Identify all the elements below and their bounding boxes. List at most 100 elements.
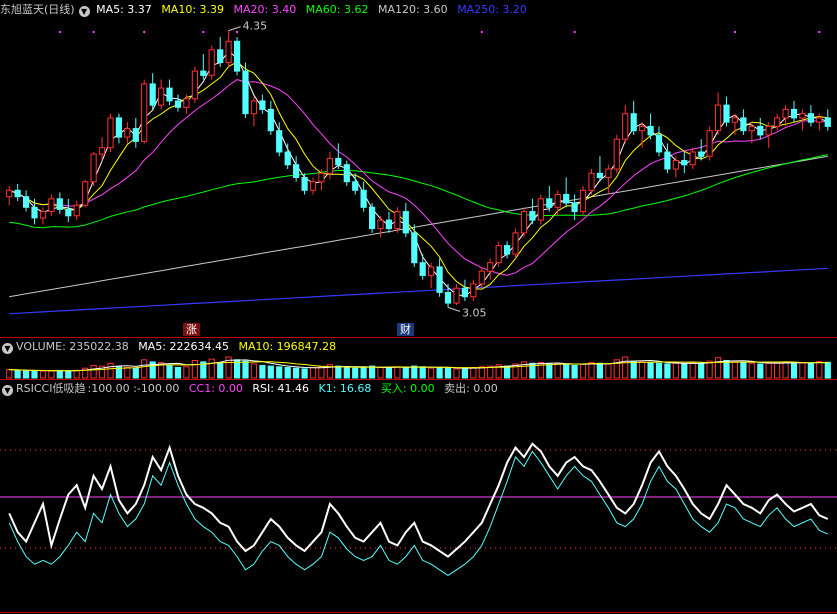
- stock-title[interactable]: 东旭蓝天(日线): [0, 3, 75, 16]
- candle-body: [411, 232, 418, 264]
- volume-bar: [790, 362, 798, 379]
- collapse-icon[interactable]: ▼: [2, 385, 13, 396]
- indicator-title[interactable]: RSICCI低吸趋: [16, 382, 85, 395]
- candle-body: [115, 117, 123, 138]
- candle-body: [740, 117, 747, 132]
- volume-bar: [183, 366, 190, 379]
- candle-body: [444, 292, 452, 304]
- volume-bar: [402, 367, 409, 379]
- volume-bar: [596, 362, 603, 379]
- volume-bar: [124, 367, 131, 379]
- candle-body: [73, 204, 80, 217]
- volume-bar: [444, 367, 452, 379]
- volume-bar: [360, 367, 367, 379]
- candle-body: [149, 83, 156, 106]
- candle-body: [48, 198, 55, 213]
- candle-body: [250, 100, 258, 115]
- candle-body: [23, 196, 30, 208]
- volume-bar: [807, 362, 814, 379]
- volume-bar: [385, 367, 392, 379]
- candle-body: [6, 189, 13, 198]
- candle-body: [402, 211, 409, 234]
- rise-tag[interactable]: 涨: [183, 323, 200, 336]
- volume-bar: [799, 362, 806, 379]
- volume-bar: [655, 362, 663, 379]
- candle-body: [234, 40, 241, 72]
- candle-body: [183, 98, 190, 108]
- volume-bar: [504, 365, 511, 379]
- volume-bar: [681, 363, 688, 379]
- collapse-icon[interactable]: ▼: [2, 343, 13, 354]
- ma120-label: MA120: 3.60: [377, 3, 448, 16]
- volume-bar: [65, 370, 72, 379]
- volume-bar: [174, 367, 182, 379]
- candle-body: [689, 151, 696, 166]
- volume-bar: [293, 367, 300, 379]
- volume-bar: [56, 369, 63, 379]
- candle-body: [748, 125, 755, 132]
- volume-bar: [782, 361, 789, 379]
- volume-bar: [259, 364, 266, 379]
- candle-body: [141, 83, 148, 142]
- low-marker: [447, 306, 461, 312]
- candle-body: [579, 189, 587, 213]
- signal-dot: [236, 31, 239, 33]
- volume-bar: [647, 362, 654, 379]
- sell-label: 卖出: 0.00: [444, 382, 498, 395]
- volume-bar: [428, 367, 435, 379]
- candle-body: [723, 104, 730, 123]
- candle-body: [504, 245, 511, 255]
- candle-body: [453, 287, 460, 304]
- ma10-label: MA10: 3.39: [161, 3, 225, 16]
- cc1-label: CC1: 0.00: [188, 382, 243, 395]
- candle-body: [326, 157, 333, 174]
- finance-tag[interactable]: 财: [397, 323, 414, 336]
- candle-body: [385, 219, 392, 230]
- candle-body: [191, 70, 199, 100]
- candle-body: [318, 172, 325, 183]
- candle-body: [377, 219, 384, 230]
- ma60-line: [9, 154, 828, 229]
- ma5-label: MA5: 3.37: [96, 3, 152, 16]
- candle-body: [478, 270, 485, 285]
- signal-dot: [480, 31, 483, 33]
- candle-body: [343, 164, 350, 183]
- ma250-line: [9, 267, 828, 315]
- indicator-header: ▼ RSICCI低吸趋:100.00 :-100.00 CC1: 0.00 RSI…: [0, 381, 504, 397]
- candle-body: [630, 113, 637, 132]
- candle-body: [352, 181, 359, 191]
- volume-bar: [748, 362, 755, 379]
- collapse-icon[interactable]: ▼: [78, 6, 90, 17]
- volume-bar: [757, 363, 764, 379]
- candle-body: [605, 168, 612, 178]
- signal-dot: [733, 31, 736, 33]
- volume-title: VOLUME: 235022.38: [16, 340, 129, 353]
- volume-bar: [731, 361, 738, 379]
- signal-dot: [202, 31, 205, 33]
- candle-body: [200, 70, 207, 76]
- volume-bar: [546, 363, 553, 379]
- volume-bar: [419, 366, 426, 379]
- candle-body: [14, 189, 21, 198]
- candle-body: [571, 202, 578, 213]
- candle-body: [166, 87, 173, 102]
- candle-body: [757, 125, 764, 136]
- ma250-label: MA250: 3.20: [457, 3, 527, 16]
- candle-body: [546, 198, 553, 208]
- volume-bar: [436, 367, 443, 379]
- volume-bar: [6, 369, 13, 379]
- chart-canvas[interactable]: 4.35 3.05: [0, 0, 837, 614]
- volume-bar: [48, 370, 55, 379]
- candle-body: [706, 130, 713, 157]
- candle-body: [56, 198, 63, 210]
- volume-bar: [563, 364, 570, 379]
- volume-bar: [107, 362, 114, 379]
- candle-body: [293, 164, 300, 178]
- main-header: 东旭蓝天(日线) ▼ MA5: 3.37 MA10: 3.39 MA20: 3.4…: [0, 2, 533, 18]
- volume-bar: [23, 370, 30, 379]
- volume-header: ▼ VOLUME: 235022.38 MA5: 222634.45 MA10: …: [0, 339, 342, 355]
- volume-bar: [141, 359, 148, 379]
- candle-body: [807, 113, 814, 123]
- volume-bar: [301, 368, 308, 379]
- volume-bar: [605, 363, 612, 379]
